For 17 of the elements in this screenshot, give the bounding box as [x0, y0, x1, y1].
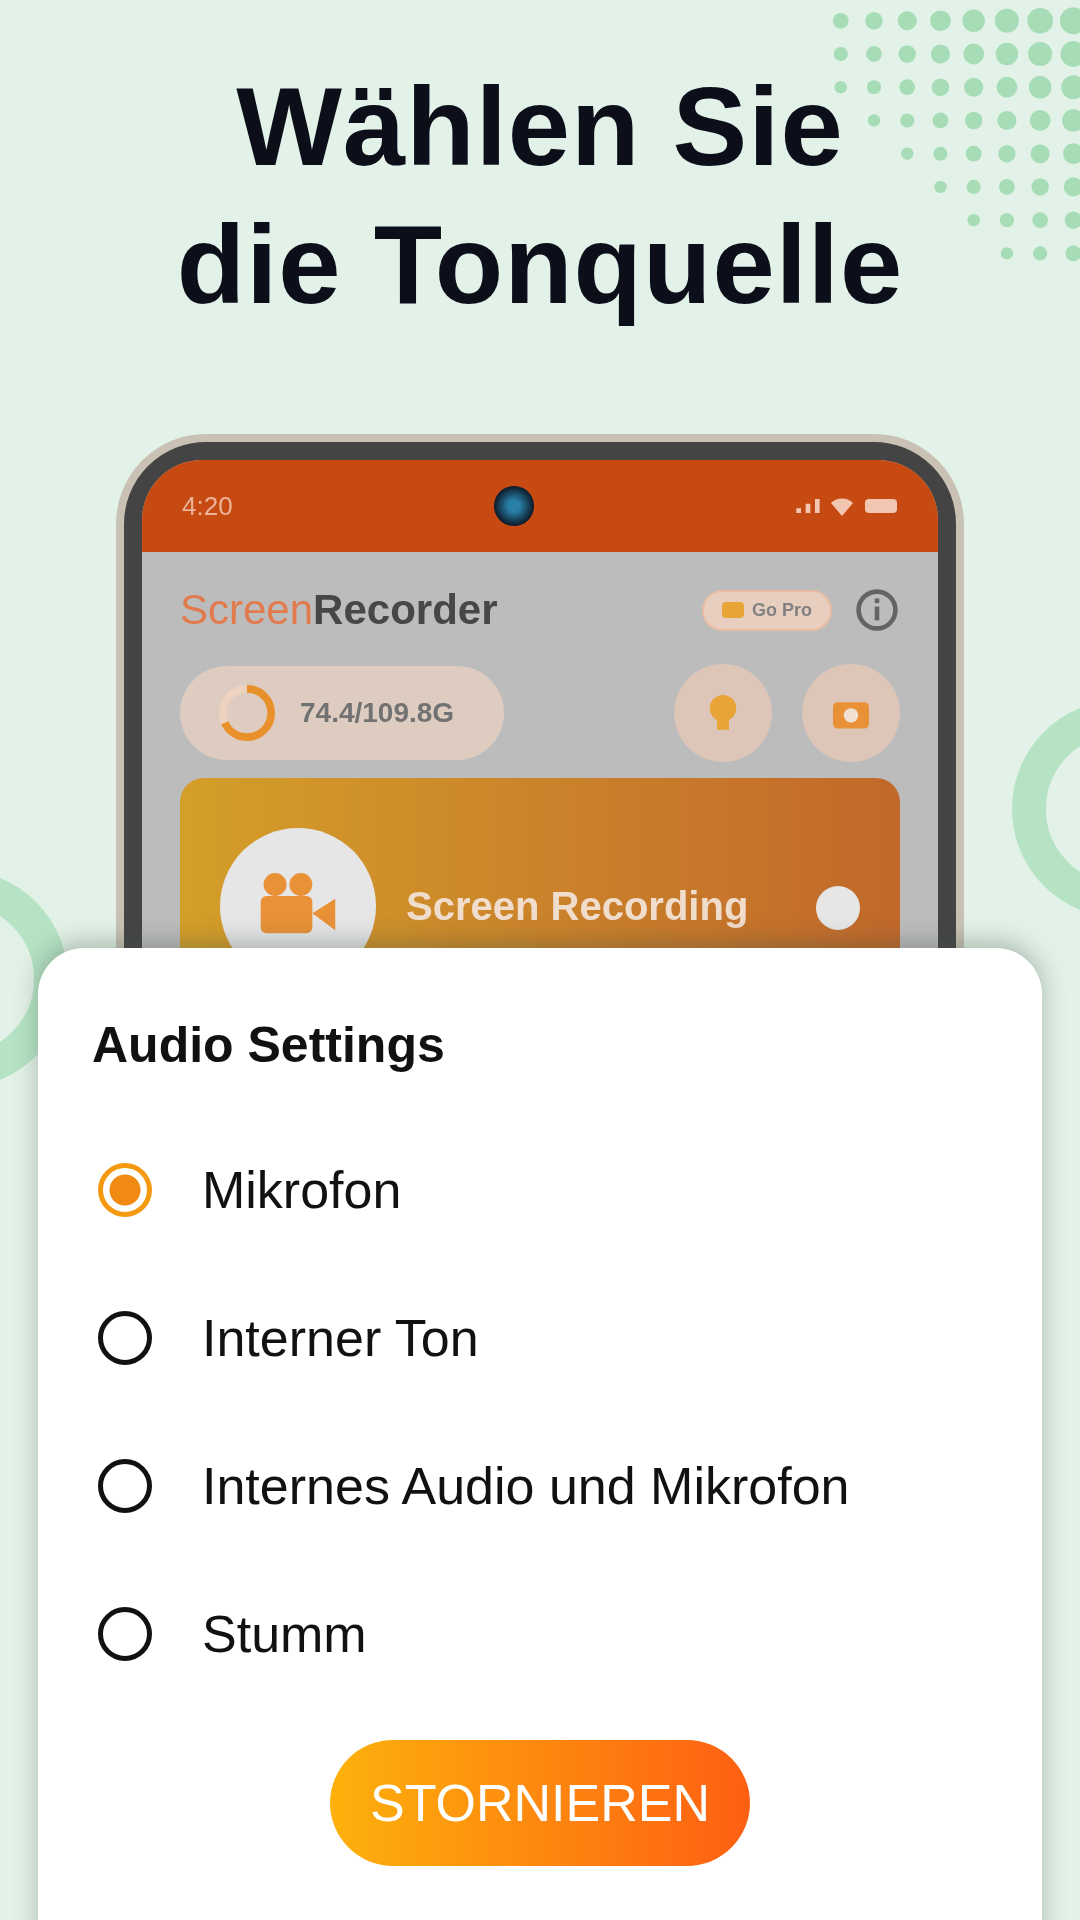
- option-label[interactable]: Mikrofon: [202, 1160, 402, 1220]
- radio-button[interactable]: [98, 1311, 152, 1365]
- option-label[interactable]: Stumm: [202, 1604, 367, 1664]
- storage-pill: 74.4/109.8G: [180, 666, 505, 760]
- status-time: 4:20: [182, 490, 233, 522]
- option-label[interactable]: Interner Ton: [202, 1308, 479, 1368]
- option-label[interactable]: Internes Audio und Mikrofon: [202, 1456, 850, 1516]
- signal-icon: [796, 499, 820, 513]
- headline: die Tonquelle: [176, 201, 904, 329]
- radio-button[interactable]: [98, 1459, 152, 1513]
- card-title: Screen Recording: [406, 884, 750, 929]
- app-title: ScreenRecorder: [180, 586, 498, 634]
- info-icon[interactable]: [854, 587, 900, 633]
- headline: Wählen Sie: [236, 63, 844, 191]
- radio-button[interactable]: [98, 1607, 152, 1661]
- camera-icon: [494, 486, 535, 526]
- radio-button[interactable]: [98, 1163, 152, 1217]
